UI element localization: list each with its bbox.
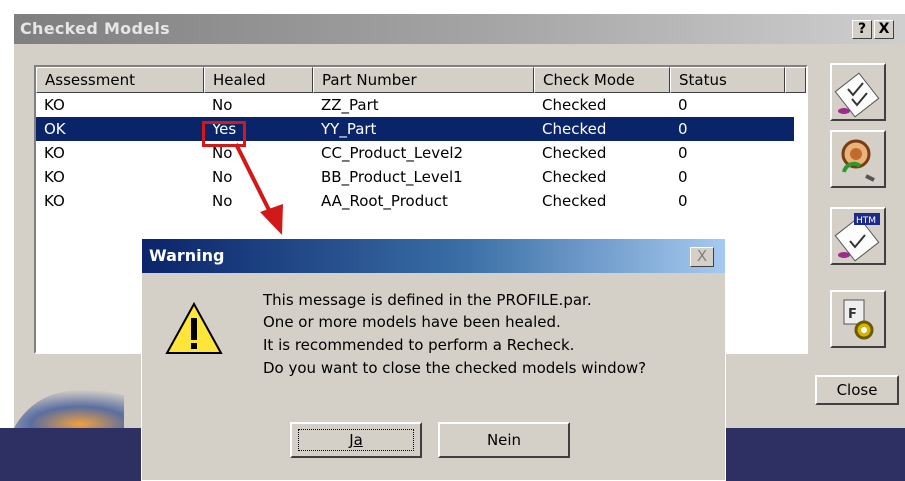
- cell-status: 0: [678, 168, 688, 186]
- warning-title: Warning: [149, 246, 225, 265]
- table-row[interactable]: KO No BB_Product_Level1 Checked 0: [36, 165, 794, 189]
- html-report-button[interactable]: HTM: [830, 207, 886, 265]
- column-header-healed[interactable]: Healed: [204, 67, 313, 93]
- help-button[interactable]: ?: [852, 20, 872, 39]
- window-title: Checked Models: [20, 19, 170, 38]
- cell-status: 0: [678, 96, 688, 114]
- cell-check-mode: Checked: [542, 144, 607, 162]
- window-close-button[interactable]: X: [874, 20, 894, 39]
- settings-button[interactable]: F: [830, 290, 886, 348]
- html-report-icon: HTM: [834, 213, 880, 262]
- nein-button[interactable]: Nein: [438, 422, 570, 458]
- svg-text:F: F: [848, 307, 857, 322]
- recheck-icon: [841, 139, 875, 182]
- cell-check-mode: Checked: [542, 168, 607, 186]
- close-button[interactable]: Close: [815, 375, 899, 405]
- warning-message-line-1: This message is defined in the PROFILE.p…: [263, 291, 592, 309]
- table-row[interactable]: KO No CC_Product_Level2 Checked 0: [36, 141, 794, 165]
- warning-icon: [165, 301, 223, 354]
- cell-check-mode: Checked: [542, 192, 607, 210]
- cell-part-number: ZZ_Part: [321, 96, 379, 114]
- column-header-check-mode[interactable]: Check Mode: [534, 67, 670, 93]
- table-row[interactable]: KO No ZZ_Part Checked 0: [36, 93, 794, 117]
- window-title-bar[interactable]: Checked Models ? X: [14, 14, 905, 44]
- list-header: Assessment Healed Part Number Check Mode…: [36, 67, 806, 93]
- cell-part-number: BB_Product_Level1: [321, 168, 463, 186]
- cell-check-mode: Checked: [542, 120, 607, 138]
- warning-title-bar[interactable]: Warning X: [142, 239, 725, 273]
- column-header-status[interactable]: Status: [670, 67, 785, 93]
- settings-icon: F: [843, 299, 874, 340]
- check-report-button[interactable]: [830, 63, 886, 121]
- warning-message-line-4: Do you want to close the checked models …: [263, 359, 647, 377]
- cell-part-number: AA_Root_Product: [321, 192, 448, 210]
- column-header-assessment[interactable]: Assessment: [36, 67, 204, 93]
- ja-button[interactable]: Ja: [290, 422, 422, 458]
- warning-close-button[interactable]: X: [690, 247, 714, 267]
- decorative-globe-icon: [14, 389, 124, 428]
- cell-status: 0: [678, 144, 688, 162]
- cell-check-mode: Checked: [542, 96, 607, 114]
- warning-dialog: Warning X This message is defined in the…: [141, 238, 726, 481]
- warning-message-line-3: It is recommended to perform a Recheck.: [263, 336, 575, 354]
- nein-button-label: Nein: [486, 431, 522, 449]
- column-header-part-number[interactable]: Part Number: [313, 67, 534, 93]
- focus-rectangle: [298, 429, 414, 451]
- table-row[interactable]: OK Yes YY_Part Checked 0: [36, 117, 794, 141]
- table-row[interactable]: KO No AA_Root_Product Checked 0: [36, 189, 794, 213]
- cell-assessment: KO: [44, 168, 65, 186]
- annotation-arrow-icon: [234, 143, 283, 235]
- check-report-icon: [834, 72, 880, 118]
- column-header-filler: [785, 67, 806, 93]
- cell-assessment: KO: [44, 96, 65, 114]
- cell-healed: No: [212, 96, 233, 114]
- cell-assessment: KO: [44, 192, 65, 210]
- cell-assessment: OK: [44, 120, 66, 138]
- svg-text:HTM: HTM: [856, 216, 876, 226]
- cell-status: 0: [678, 192, 688, 210]
- cell-part-number: CC_Product_Level2: [321, 144, 464, 162]
- warning-message-line-2: One or more models have been healed.: [263, 313, 561, 331]
- cell-assessment: KO: [44, 144, 65, 162]
- recheck-button[interactable]: [830, 130, 886, 188]
- cell-part-number: YY_Part: [321, 120, 377, 138]
- cell-status: 0: [678, 120, 688, 138]
